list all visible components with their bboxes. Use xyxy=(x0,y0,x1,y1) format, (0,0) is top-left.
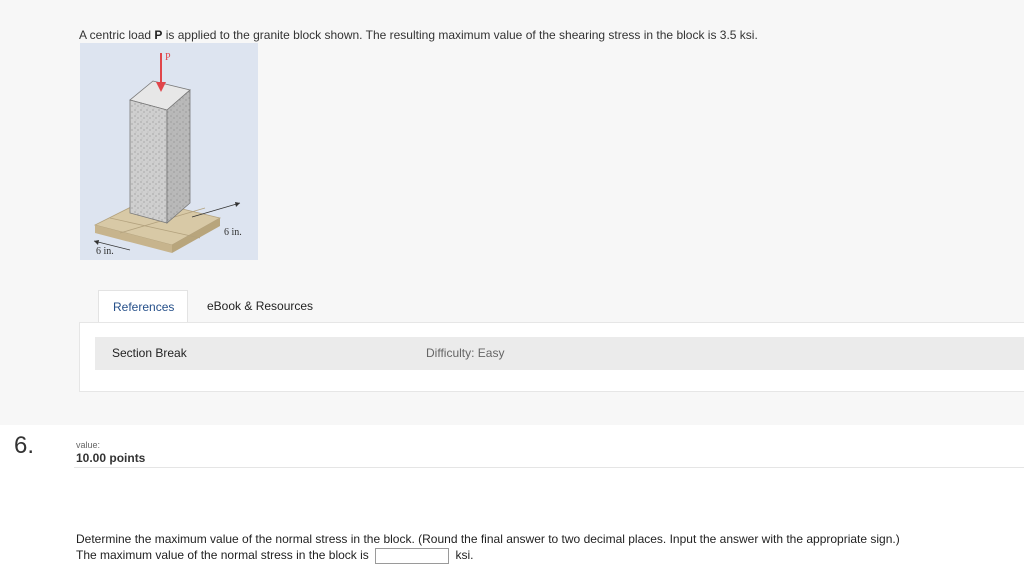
answer-input[interactable] xyxy=(375,547,450,564)
question-body: Determine the maximum value of the norma… xyxy=(76,531,900,564)
section-break-label: Section Break xyxy=(112,346,187,360)
value-label: value: xyxy=(76,440,101,450)
granite-block-figure: P 6 in. 6 in. xyxy=(80,43,258,260)
dimension-left-label: 6 in. xyxy=(96,246,114,257)
references-panel: Section Break Difficulty: Easy xyxy=(79,322,1024,392)
load-label: P xyxy=(165,52,171,63)
question-points: 10.00 points xyxy=(76,451,146,465)
section-break-bar: Section Break Difficulty: Easy xyxy=(95,337,1024,370)
reference-tabs: References eBook & Resources xyxy=(98,290,1024,323)
dimension-right-label: 6 in. xyxy=(224,227,242,238)
answer-prefix: The maximum value of the normal stress i… xyxy=(76,548,369,562)
answer-line: The maximum value of the normal stress i… xyxy=(76,547,900,564)
question-prompt: Determine the maximum value of the norma… xyxy=(76,532,900,546)
divider xyxy=(74,467,1024,468)
question-number: 6. xyxy=(14,432,35,459)
granite-block-illustration: P 6 in. 6 in. xyxy=(93,52,242,257)
problem-statement: A centric load P is applied to the grani… xyxy=(79,28,758,42)
difficulty-label: Difficulty: Easy xyxy=(426,346,505,360)
tab-references[interactable]: References xyxy=(98,290,188,323)
tab-ebook-resources[interactable]: eBook & Resources xyxy=(193,290,327,323)
answer-unit: ksi. xyxy=(455,548,474,562)
